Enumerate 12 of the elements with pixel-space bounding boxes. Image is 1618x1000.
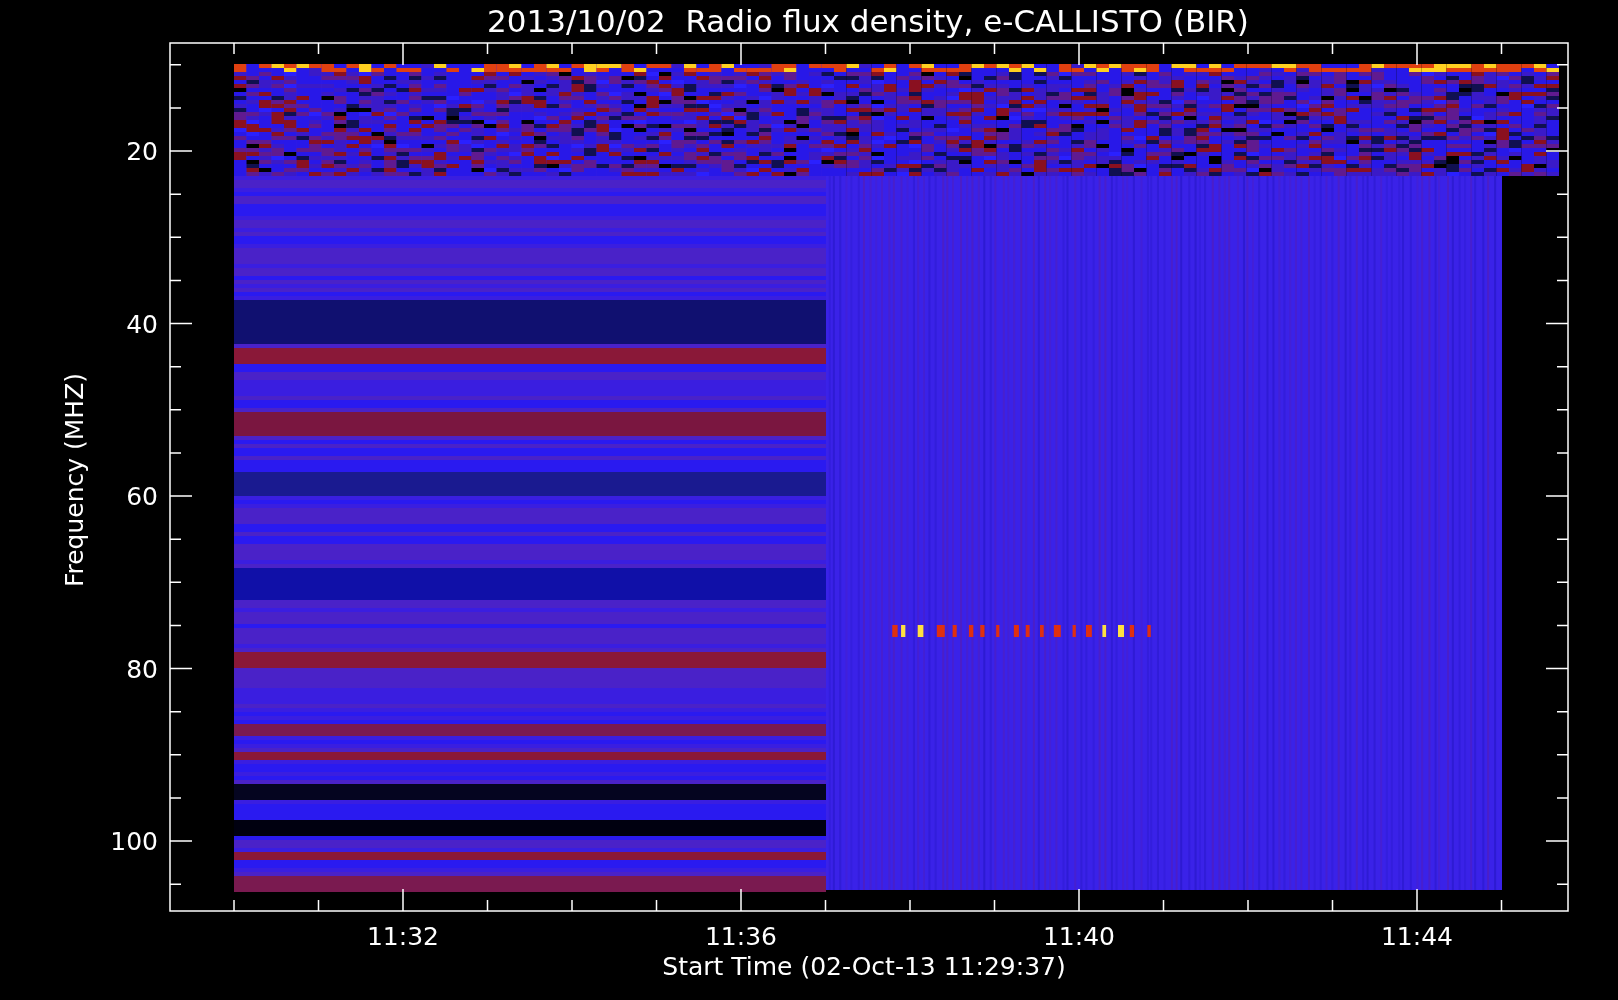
y-tick-label: 80 xyxy=(126,654,158,684)
x-tick-label: 11:40 xyxy=(1043,922,1115,951)
x-axis-label: Start Time (02-Oct-13 11:29:37) xyxy=(662,952,1066,981)
x-tick-label: 11:36 xyxy=(705,922,777,951)
y-tick-label: 60 xyxy=(126,482,158,511)
chart-title: 2013/10/02 Radio flux density, e-CALLISTO (BIR) xyxy=(487,3,1249,39)
x-tick-label: 11:32 xyxy=(367,922,439,951)
y-tick-label: 20 xyxy=(126,137,158,166)
y-tick-label: 40 xyxy=(126,309,158,339)
y-axis-label: Frequency (MHZ) xyxy=(60,372,89,588)
y-tick-label: 100 xyxy=(110,827,158,856)
x-tick-label: 11:44 xyxy=(1381,922,1453,951)
